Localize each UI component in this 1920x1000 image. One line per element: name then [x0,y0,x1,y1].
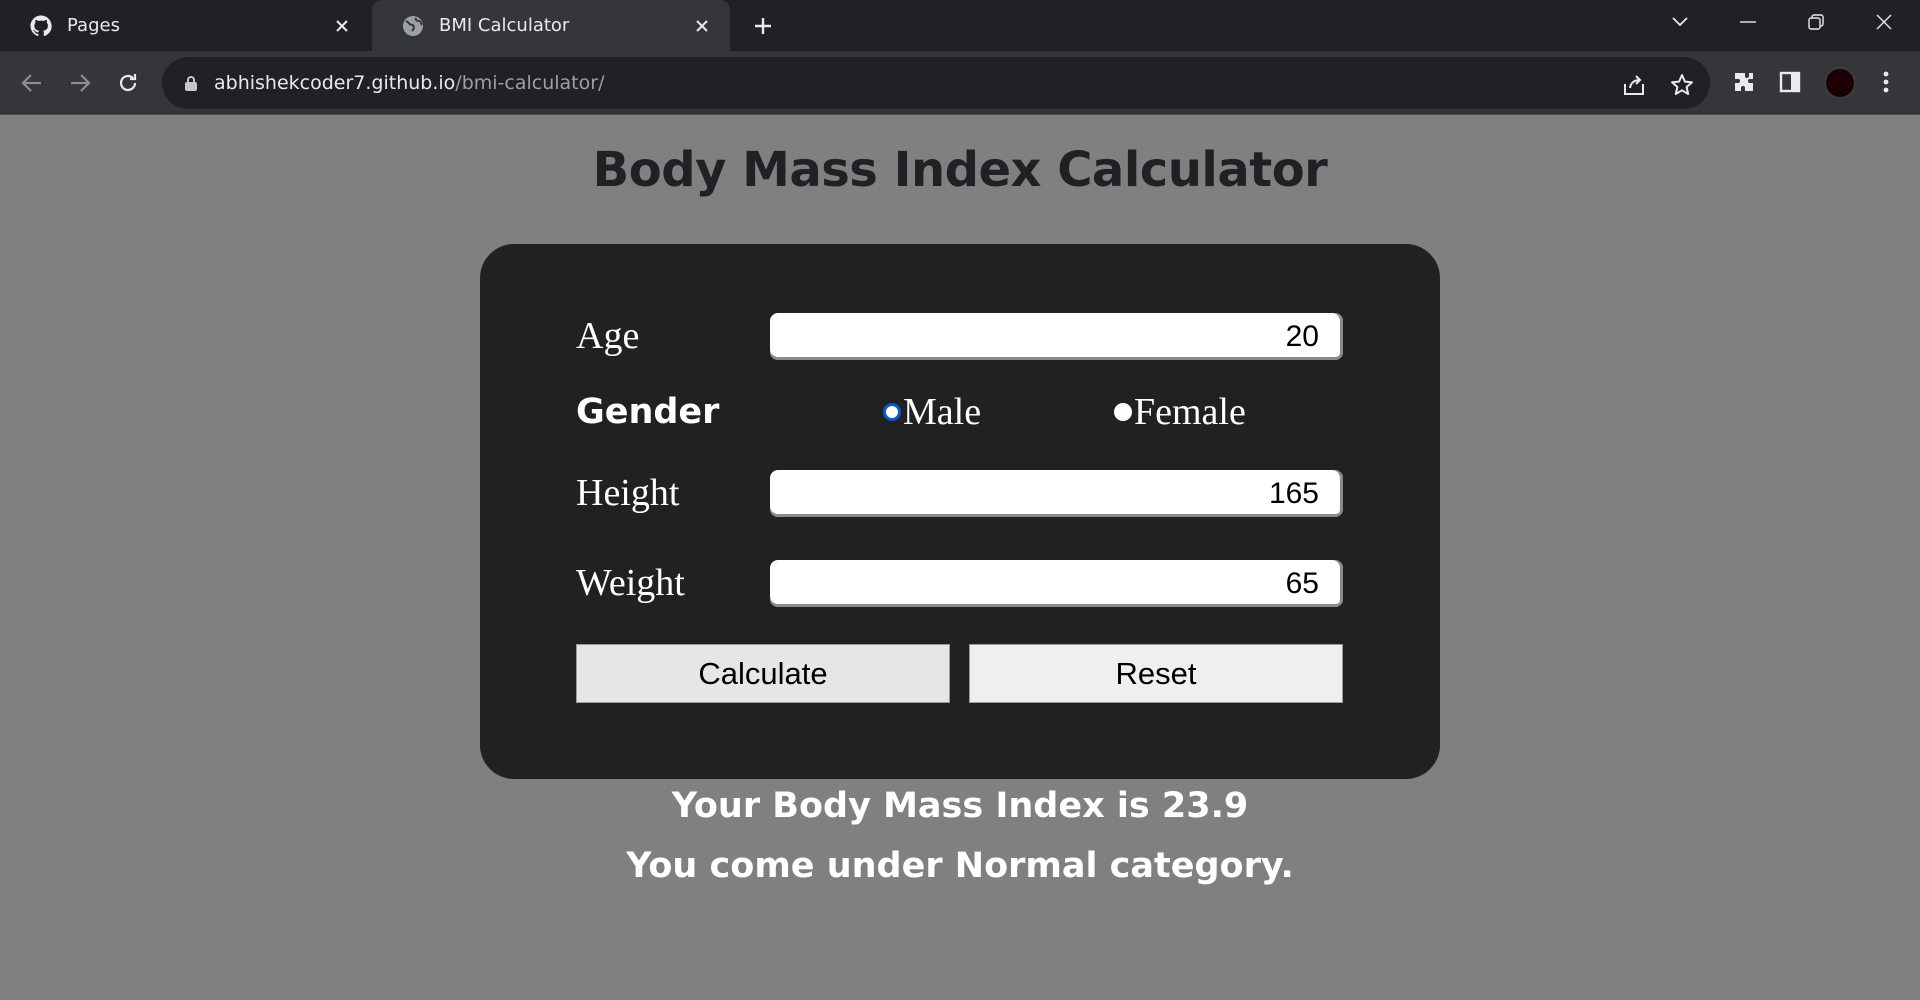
height-label: Height [576,472,680,514]
address-bar[interactable]: abhishekcoder7.github.io/bmi-calculator/ [162,57,1710,109]
bmi-result-text: Your Body Mass Index is 23.9 [671,786,1249,826]
tab-bmi-calculator[interactable]: BMI Calculator [372,0,730,51]
radio-button-male[interactable] [883,403,901,421]
weight-input[interactable] [770,560,1343,607]
forward-button[interactable] [62,65,98,101]
plus-icon [755,18,771,34]
height-input[interactable] [770,470,1343,517]
tab-pages[interactable]: Pages [0,0,370,51]
star-icon[interactable] [1668,71,1696,99]
browser-toolbar: abhishekcoder7.github.io/bmi-calculator/ [0,51,1920,115]
bmi-category-text: You come under Normal category. [626,846,1294,886]
gender-option-male[interactable]: Male [883,390,981,434]
chevron-down-icon [1672,17,1688,27]
tab-strip: Pages BMI Calculator [0,0,1920,51]
arrow-left-icon [21,74,41,92]
gender-option-label: Male [903,391,982,433]
minimize-icon [1740,21,1756,23]
reload-button[interactable] [110,65,146,101]
url-path: /bmi-calculator/ [455,72,605,94]
close-icon[interactable] [330,14,354,38]
calculate-button[interactable]: Calculate [576,644,950,703]
arrow-right-icon [71,74,91,92]
url-text: abhishekcoder7.github.io/bmi-calculator/ [214,72,604,94]
gender-label: Gender [576,392,720,432]
gender-option-label: Female [1134,391,1246,433]
reload-icon [119,74,137,92]
side-panel-icon[interactable] [1772,64,1808,100]
tab-title: BMI Calculator [439,15,570,36]
back-button[interactable] [14,65,50,101]
close-icon[interactable] [690,14,714,38]
extensions-icon[interactable] [1726,64,1762,100]
close-window-button[interactable] [1850,0,1918,44]
weight-label: Weight [576,562,685,604]
page-title: Body Mass Index Calculator [592,142,1328,198]
tab-search-button[interactable] [1646,0,1714,44]
url-host: abhishekcoder7.github.io [214,72,456,94]
lock-icon[interactable] [182,74,200,92]
restore-icon [1808,14,1824,30]
close-icon [1876,14,1892,30]
new-tab-button[interactable] [748,11,778,41]
reset-button[interactable]: Reset [969,644,1343,703]
restore-button[interactable] [1782,0,1850,44]
menu-kebab-icon[interactable] [1868,64,1904,100]
github-icon [29,14,53,38]
age-label: Age [576,315,640,357]
minimize-button[interactable] [1714,0,1782,44]
share-icon[interactable] [1620,71,1648,99]
gender-option-female[interactable]: Female [1114,390,1246,434]
profile-avatar[interactable] [1824,67,1856,99]
bmi-form-card: Age Gender Male Female Height Weight Cal… [480,244,1440,779]
tab-title: Pages [67,15,120,36]
age-input[interactable] [770,313,1343,360]
globe-icon [401,14,425,38]
radio-button-female[interactable] [1114,403,1132,421]
